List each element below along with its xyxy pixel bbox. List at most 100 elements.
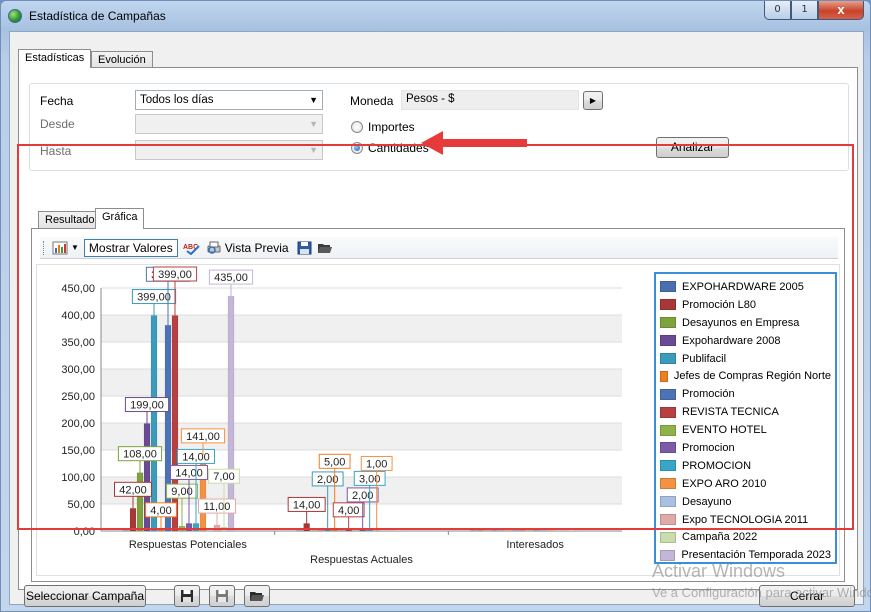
bar [519, 530, 526, 532]
bar [338, 530, 345, 532]
legend-label: REVISTA TECNICA [682, 406, 779, 419]
folder-open-icon [317, 243, 332, 253]
chevron-down-icon: ▼ [71, 243, 79, 252]
activation-watermark: Activar Windows Ve a Configuración para … [652, 561, 871, 600]
bar [317, 530, 324, 532]
value-label: 14,00 [175, 467, 203, 479]
y-tick-label: 300,00 [61, 364, 95, 376]
y-tick-label: 100,00 [61, 472, 95, 484]
value-label: 399,00 [137, 292, 171, 304]
vista-previa-button[interactable]: Vista Previa [206, 241, 289, 255]
bar [324, 529, 331, 532]
hasta-date-picker[interactable]: ▼ [135, 140, 323, 160]
legend-label: PROMOCION [682, 459, 752, 472]
grid-band [101, 423, 622, 450]
cantidades-radio[interactable] [351, 142, 363, 154]
tab-evolucion[interactable]: Evolución [91, 51, 153, 67]
legend-label: Promoción L80 [682, 298, 756, 311]
bar [505, 530, 512, 532]
save-disabled-icon [216, 590, 228, 602]
value-label: 399,00 [158, 269, 192, 281]
mostrar-valores-button[interactable]: Mostrar Valores [83, 238, 178, 257]
legend-swatch [660, 370, 668, 382]
save-chart-button[interactable] [297, 241, 312, 255]
bar [470, 530, 477, 532]
legend-swatch [660, 299, 676, 311]
cantidades-label[interactable]: Cantidades [368, 141, 429, 155]
value-label: 14,00 [293, 499, 321, 511]
chart-toolbar: ▼ Mostrar Valores ABC Vista Previa [40, 237, 838, 259]
legend-item: Desayuno [660, 493, 831, 511]
maximize-button[interactable]: 1 [791, 1, 818, 20]
spell-check-icon: ABC [183, 244, 200, 255]
close-window-button[interactable]: x [818, 1, 864, 20]
legend-item: Publifacil [660, 350, 831, 368]
bar [575, 530, 582, 532]
tab-resultado[interactable]: Resultado [38, 211, 102, 228]
legend-label: Publifacil [682, 352, 727, 365]
moneda-field: Pesos - $ [401, 90, 579, 110]
value-label: 11,00 [204, 501, 231, 513]
legend-swatch [660, 549, 676, 561]
title-bar: Estadística de Campañas 0 1 x [1, 1, 870, 31]
window-controls: 0 1 x [764, 1, 864, 21]
bar [352, 530, 359, 532]
app-icon [8, 9, 22, 23]
desde-label: Desde [40, 117, 75, 131]
bar [157, 528, 165, 532]
legend-item: Expo TECNOLOGIA 2011 [660, 511, 831, 529]
main-window: Estadística de Campañas 0 1 x Estadístic… [0, 0, 871, 612]
bar [331, 528, 338, 532]
save-as-button[interactable] [209, 585, 235, 607]
seleccionar-campana-button[interactable]: Seleccionar Campaña [24, 585, 146, 607]
save-button[interactable] [174, 585, 200, 607]
legend-item: Campaña 2022 [660, 528, 831, 546]
tab-estadisticas[interactable]: Estadísticas [18, 49, 92, 68]
x-tick-label: Interesados [506, 539, 564, 551]
watermark-title: Activar Windows [652, 561, 786, 581]
vista-previa-label: Vista Previa [224, 240, 289, 255]
bar [568, 530, 575, 532]
bar [477, 530, 484, 532]
open-button[interactable] [244, 585, 270, 607]
bar-chart-icon [52, 241, 68, 254]
x-tick-label: Respuestas Potenciales [129, 539, 248, 551]
open-chart-button[interactable] [317, 241, 333, 255]
bar [345, 528, 352, 532]
chevron-down-icon: ▼ [309, 145, 318, 155]
value-label: 1,00 [366, 458, 387, 470]
y-tick-label: 400,00 [61, 310, 95, 322]
value-label: 141,00 [186, 431, 220, 443]
tab-grafica[interactable]: Gráfica [95, 208, 145, 229]
legend-swatch [660, 424, 676, 436]
bar [533, 530, 540, 532]
fecha-select[interactable]: Todos los días ▼ [135, 90, 323, 110]
spell-check-button[interactable]: ABC [183, 241, 201, 255]
desde-date-picker[interactable]: ▼ [135, 114, 323, 134]
minimize-button[interactable]: 0 [764, 1, 791, 20]
x-tick-label: Respuestas Actuales [310, 554, 413, 566]
client-area: Estadísticas Evolución Fecha Todos los d… [9, 31, 864, 605]
save-icon [181, 590, 193, 602]
bar [540, 530, 547, 532]
importes-label[interactable]: Importes [368, 120, 415, 134]
importes-radio[interactable] [351, 121, 363, 133]
fecha-value: Todos los días [140, 94, 214, 106]
legend-label: Desayuno [682, 495, 732, 508]
legend-item: Promocion [660, 439, 831, 457]
y-tick-label: 200,00 [61, 418, 95, 430]
legend-label: Promocion [682, 441, 735, 454]
chart-type-button[interactable]: ▼ [52, 241, 79, 255]
y-tick-label: 450,00 [61, 283, 95, 295]
analizar-button[interactable]: Analizar [656, 137, 729, 158]
bar [192, 523, 200, 532]
grid-band [101, 315, 622, 342]
legend-label: Presentación Temporada 2023 [681, 549, 831, 562]
legend-swatch [660, 460, 676, 472]
value-label: 199,00 [130, 400, 164, 412]
legend-item: PROMOCION [660, 457, 831, 475]
moneda-select-button[interactable]: ▶ [583, 91, 603, 110]
bar [213, 524, 221, 532]
legend-item: Jefes de Compras Región Norte [660, 367, 831, 385]
bar [554, 530, 561, 532]
